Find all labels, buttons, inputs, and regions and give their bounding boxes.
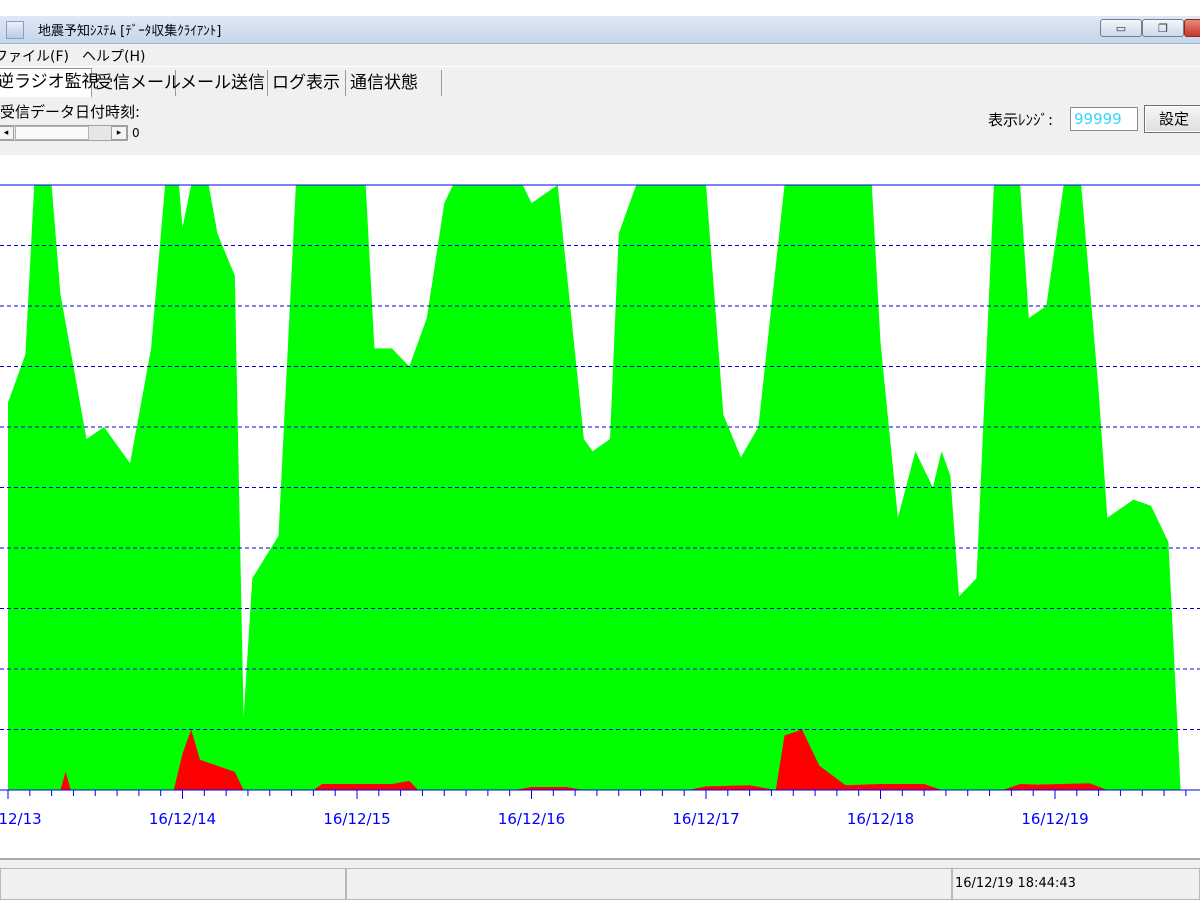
tab-log-view[interactable]: ログ表示 (270, 70, 346, 96)
scroll-thumb[interactable] (15, 126, 89, 140)
window-title: 地震予知ｼｽﾃﾑ [ﾃﾞｰﾀ収集ｸﾗｲｱﾝﾄ] (38, 24, 222, 39)
signal-chart: 16/12/13 16/12/14 16/12/15 16/12/16 16/12/17… (0, 156, 1200, 858)
menu-help[interactable]: ヘルプ(H) (82, 46, 145, 66)
display-range-input[interactable] (1070, 107, 1138, 131)
x-tick-label: 16/12/13 (0, 810, 42, 828)
x-tick-label: 16/12/17 (672, 810, 739, 828)
x-tick-label: 16/12/15 (323, 810, 390, 828)
datetime-scrollbar[interactable]: ◂ ▸ (0, 125, 128, 141)
chart-svg: 16/12/13 16/12/14 16/12/15 16/12/16 16/12/17… (0, 184, 1200, 828)
x-tick-label: 16/12/19 (1021, 810, 1088, 828)
x-tick-label: 16/12/16 (498, 810, 565, 828)
tab-bar: 逆ラジオ監視 受信メール メール送信 ログ表示 通信状態 (0, 67, 1200, 97)
scroll-right-icon[interactable]: ▸ (111, 126, 127, 140)
tab-radio-monitor[interactable]: 逆ラジオ監視 (0, 68, 99, 97)
title-bar: 地震予知ｼｽﾃﾑ [ﾃﾞｰﾀ収集ｸﾗｲｱﾝﾄ] ▭ ❐ ✕ (0, 16, 1200, 44)
scroll-value: 0 (132, 126, 140, 140)
tab-received-mail[interactable]: 受信メール (94, 70, 181, 96)
app-icon[interactable] (6, 21, 24, 39)
x-tick-label: 16/12/18 (847, 810, 914, 828)
set-button[interactable]: 設定 (1144, 105, 1200, 133)
menu-bar: ファイル(F) ヘルプ(H) (0, 44, 1200, 66)
status-panel-1 (0, 868, 346, 900)
menu-file[interactable]: ファイル(F) (0, 46, 69, 66)
status-datetime: 16/12/19 18:44:43 (955, 876, 1076, 891)
tab-send-mail[interactable]: メール送信 (178, 70, 268, 96)
recv-datetime-label: 受信データ日付時刻: (0, 103, 141, 121)
restore-button[interactable]: ❐ (1142, 19, 1184, 37)
chart-controls: 受信データ日付時刻: ◂ ▸ 0 表示ﾚﾝｼﾞ: 設定 (0, 97, 1200, 155)
x-tick-label: 16/12/14 (149, 810, 216, 828)
minimize-button[interactable]: ▭ (1100, 19, 1142, 37)
tab-comm-status[interactable]: 通信状態 (348, 70, 442, 96)
display-range-label: 表示ﾚﾝｼﾞ: (988, 111, 1054, 129)
status-panel-2 (346, 868, 952, 900)
status-bar: 16/12/19 18:44:43 (0, 858, 1200, 900)
scroll-left-icon[interactable]: ◂ (0, 126, 14, 140)
close-button[interactable]: ✕ (1184, 19, 1200, 37)
